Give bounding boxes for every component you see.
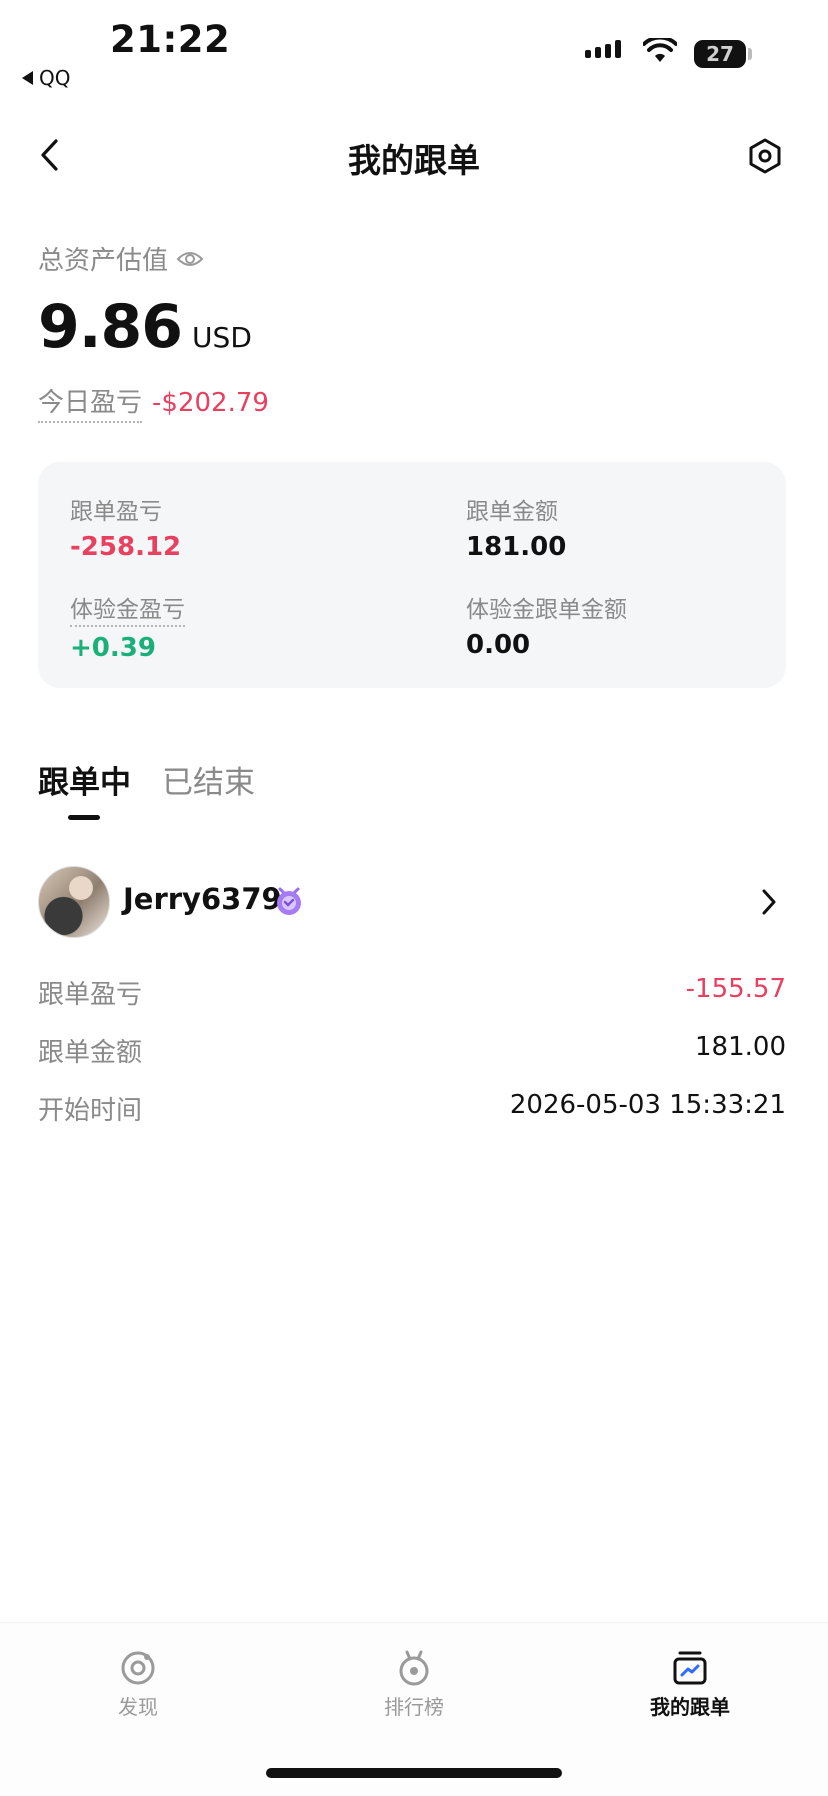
total-asset-number: 9.86 (38, 292, 183, 362)
home-indicator[interactable] (266, 1768, 562, 1778)
today-pnl-row: 今日盈亏 -$202.79 (38, 382, 269, 423)
tabbar-discover[interactable]: 发现 (58, 1649, 218, 1720)
today-pnl-value: -$202.79 (152, 388, 269, 418)
start-time-row: 开始时间 2026-05-03 15:33:21 (38, 1090, 786, 1127)
back-app-label: QQ (39, 66, 71, 90)
tab-indicator (68, 815, 100, 820)
summary-follow-amount-value: 181.00 (466, 532, 567, 562)
settings-hex-icon[interactable] (748, 138, 782, 174)
follow-pnl-label: 跟单盈亏 (38, 980, 143, 1010)
follow-pnl-value: -155.57 (685, 974, 786, 1004)
tabbar-discover-label: 发现 (118, 1695, 158, 1719)
ranking-medal-icon (399, 1650, 429, 1686)
back-triangle-icon (22, 71, 33, 85)
cellular-signal-icon (585, 40, 621, 58)
tabbar-my-follow[interactable]: 我的跟单 (610, 1649, 770, 1720)
summary-trial-amount-value: 0.00 (466, 630, 531, 660)
battery-level: 27 (706, 42, 734, 66)
page-title: 我的跟单 (348, 141, 480, 180)
back-to-app-link[interactable]: QQ (22, 66, 70, 90)
follow-amount-row: 跟单金额 181.00 (38, 1032, 786, 1069)
trader-name[interactable]: Jerry6379 (123, 882, 282, 916)
tab-ended[interactable]: 已结束 (162, 757, 255, 802)
total-asset-value: 9.86 USD (38, 292, 252, 362)
follow-amount-value: 181.00 (695, 1032, 786, 1062)
start-time-label: 开始时间 (38, 1096, 143, 1126)
tab-following[interactable]: 跟单中 (38, 757, 131, 802)
total-asset-label: 总资产估值 (38, 246, 169, 276)
battery-nub (748, 48, 752, 60)
chevron-right-icon[interactable] (760, 888, 778, 916)
summary-trial-amount: 体验金跟单金额 0.00 (466, 590, 627, 660)
tabbar-ranking[interactable]: 排行榜 (334, 1649, 494, 1720)
tabbar-ranking-label: 排行榜 (384, 1695, 444, 1719)
eye-icon[interactable] (176, 249, 204, 269)
summary-trial-amount-label: 体验金跟单金额 (466, 597, 627, 623)
follow-pnl-row: 跟单盈亏 -155.57 (38, 974, 786, 1011)
wifi-icon (643, 38, 677, 62)
vip-badge-icon (277, 887, 301, 915)
start-time-value: 2026-05-03 15:33:21 (509, 1090, 786, 1120)
discover-icon (121, 1651, 155, 1685)
today-pnl-label[interactable]: 今日盈亏 (38, 382, 143, 423)
summary-follow-amount-label: 跟单金额 (466, 499, 558, 525)
follow-amount-label: 跟单金额 (38, 1038, 143, 1068)
total-asset-currency: USD (192, 321, 252, 354)
summary-trial-pnl-label[interactable]: 体验金盈亏 (70, 590, 185, 627)
battery-icon: 27 (694, 40, 746, 68)
my-follow-icon (673, 1651, 707, 1685)
trader-avatar[interactable] (38, 866, 110, 938)
summary-trial-pnl-value: +0.39 (70, 633, 156, 663)
status-time: 21:22 (110, 18, 231, 61)
summary-follow-pnl: 跟单盈亏 -258.12 (70, 492, 181, 562)
summary-card: 跟单盈亏 -258.12 跟单金额 181.00 体验金盈亏 +0.39 体验金… (38, 462, 786, 688)
summary-follow-amount: 跟单金额 181.00 (466, 492, 566, 562)
summary-follow-pnl-label: 跟单盈亏 (70, 499, 162, 525)
summary-follow-pnl-value: -258.12 (70, 532, 182, 562)
total-asset-label-row: 总资产估值 (38, 240, 204, 277)
summary-trial-pnl: 体验金盈亏 +0.39 (70, 590, 185, 663)
tabbar-my-follow-label: 我的跟单 (650, 1695, 730, 1719)
